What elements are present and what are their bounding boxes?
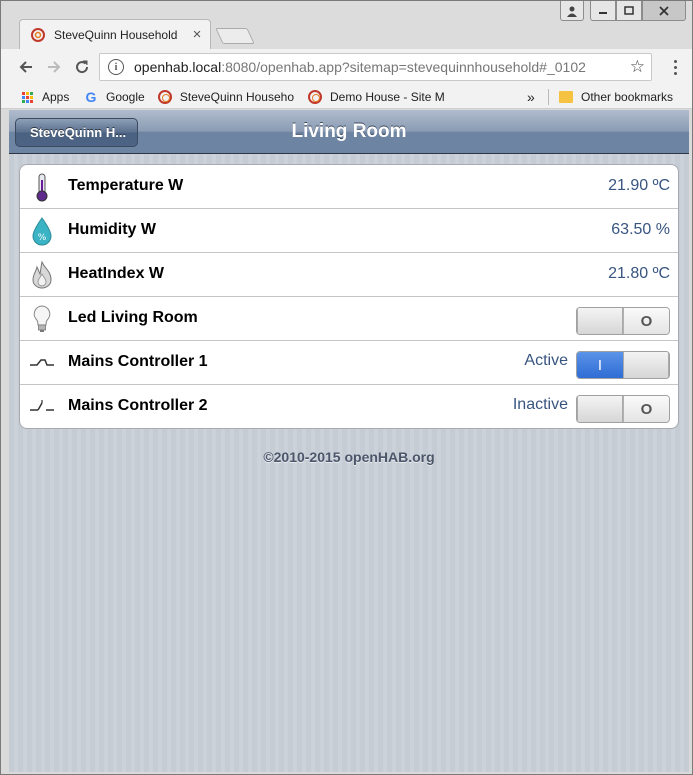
openhab-icon bbox=[158, 89, 173, 105]
bookmark-label: Demo House - Site M bbox=[330, 90, 445, 104]
toggle-knob bbox=[577, 396, 623, 422]
openhab-icon bbox=[307, 89, 323, 105]
item-label: Temperature W bbox=[68, 177, 184, 194]
page-header: Living Room SteveQuinn H... bbox=[9, 110, 689, 154]
browser-window: SteveQuinn Household × i openhab.local:8… bbox=[0, 0, 693, 775]
light-bulb-icon bbox=[28, 303, 56, 335]
bookmark-label: Google bbox=[106, 90, 145, 104]
list-item-temperature: Temperature W 21.90 ºC bbox=[20, 165, 678, 209]
list-item-mains-controller-2: Mains Controller 2 Inactive O bbox=[20, 385, 678, 428]
back-button[interactable]: SteveQuinn H... bbox=[15, 118, 138, 147]
item-label: HeatIndex W bbox=[68, 265, 165, 282]
apps-grid-icon bbox=[19, 89, 35, 105]
item-status: Active bbox=[524, 352, 568, 369]
copyright-footer: ©2010-2015 openHAB.org bbox=[263, 449, 435, 465]
bookmark-apps[interactable]: Apps bbox=[19, 89, 69, 105]
bookmark-stevequinn[interactable]: SteveQuinn Househo bbox=[158, 89, 294, 105]
list-item-humidity: % Humidity W 63.50 % bbox=[20, 209, 678, 253]
humidity-drop-icon: % bbox=[28, 215, 56, 247]
flame-icon bbox=[28, 259, 56, 291]
switch-open-icon bbox=[28, 391, 56, 423]
bookmark-label: SteveQuinn Househo bbox=[179, 90, 294, 104]
bookmark-demo-house[interactable]: Demo House - Site M bbox=[307, 89, 445, 105]
item-value: 21.90 ºC bbox=[608, 177, 670, 194]
item-value: 63.50 % bbox=[611, 221, 670, 238]
toggle-on-text: I bbox=[577, 352, 623, 378]
bookmark-google[interactable]: G Google bbox=[83, 89, 145, 105]
toggle-knob bbox=[577, 308, 623, 334]
led-living-room-toggle[interactable]: O bbox=[576, 307, 670, 335]
address-url: openhab.local:8080/openhab.app?sitemap=s… bbox=[134, 59, 586, 75]
maximize-button[interactable] bbox=[616, 1, 642, 21]
item-label: Humidity W bbox=[68, 221, 156, 238]
bookmarks-bar: Apps G Google SteveQuinn Househo Demo Ho… bbox=[1, 85, 692, 109]
window-controls bbox=[560, 1, 686, 21]
toggle-off-text: O bbox=[623, 308, 669, 334]
mains-controller-2-toggle[interactable]: O bbox=[576, 395, 670, 423]
minimize-button[interactable] bbox=[590, 1, 616, 21]
bookmarks-divider bbox=[548, 89, 549, 105]
back-button-label: SteveQuinn H... bbox=[30, 125, 127, 140]
other-bookmarks-label: Other bookmarks bbox=[581, 90, 674, 104]
tab-title: SteveQuinn Household bbox=[54, 27, 178, 42]
tab-close-icon[interactable]: × bbox=[188, 26, 206, 43]
svg-text:%: % bbox=[38, 233, 47, 243]
list-item-led-living-room: Led Living Room O bbox=[20, 297, 678, 341]
folder-icon bbox=[558, 89, 574, 105]
openhab-page: Living Room SteveQuinn H... Temperature … bbox=[9, 110, 689, 772]
toggle-off-text: O bbox=[623, 396, 669, 422]
forward-arrow-icon[interactable] bbox=[43, 56, 65, 78]
bookmark-star-icon[interactable]: ☆ bbox=[630, 57, 645, 77]
browser-menu-icon[interactable] bbox=[674, 60, 678, 78]
toggle-knob bbox=[623, 352, 669, 378]
switch-closed-icon bbox=[28, 347, 56, 379]
site-info-icon[interactable]: i bbox=[108, 59, 124, 75]
browser-toolbar: i openhab.local:8080/openhab.app?sitemap… bbox=[1, 49, 692, 85]
item-status: Inactive bbox=[512, 396, 568, 413]
list-item-heatindex: HeatIndex W 21.80 ºC bbox=[20, 253, 678, 297]
thermometer-icon bbox=[28, 171, 56, 203]
new-tab-button[interactable] bbox=[215, 28, 255, 44]
address-bar[interactable]: i openhab.local:8080/openhab.app?sitemap… bbox=[99, 53, 652, 81]
item-value: 21.80 ºC bbox=[608, 265, 670, 282]
google-icon: G bbox=[85, 89, 97, 105]
close-window-button[interactable] bbox=[642, 1, 686, 21]
list-item-mains-controller-1: Mains Controller 1 Active I bbox=[20, 341, 678, 385]
reload-icon[interactable] bbox=[71, 56, 93, 78]
item-list: Temperature W 21.90 ºC % Humidity W 63.5… bbox=[19, 164, 679, 429]
back-arrow-icon[interactable] bbox=[15, 56, 37, 78]
item-label: Mains Controller 1 bbox=[68, 353, 208, 370]
openhab-favicon-icon bbox=[30, 27, 46, 43]
user-profile-icon[interactable] bbox=[560, 1, 584, 21]
item-label: Led Living Room bbox=[68, 309, 198, 326]
tab-active[interactable]: SteveQuinn Household × bbox=[19, 19, 211, 49]
bookmarks-overflow-button[interactable]: » bbox=[527, 89, 535, 105]
item-label: Mains Controller 2 bbox=[68, 397, 208, 414]
other-bookmarks[interactable]: Other bookmarks bbox=[558, 89, 673, 105]
tab-strip: SteveQuinn Household × bbox=[1, 1, 692, 49]
bookmark-label: Apps bbox=[42, 90, 70, 104]
mains-controller-1-toggle[interactable]: I bbox=[576, 351, 670, 379]
